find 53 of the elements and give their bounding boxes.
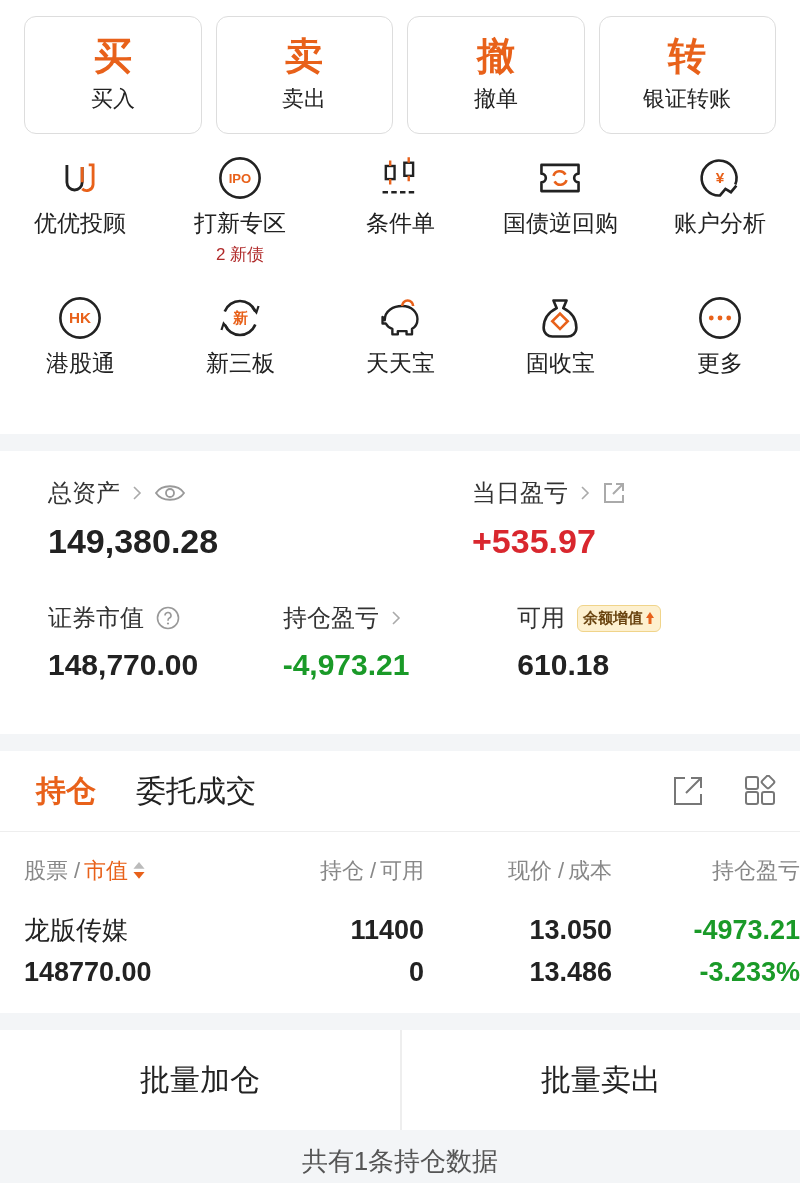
column-header[interactable]: 股票 / 市值 [24,856,254,886]
metric-value: 148,770.00 [48,648,200,683]
chevron-icon[interactable] [132,485,142,501]
feature-shortcut[interactable]: 天天宝 [320,294,480,434]
column-header[interactable]: 持仓盈亏 [612,856,800,886]
hk-icon: HK [56,294,104,342]
eye-icon[interactable] [154,483,186,503]
metric-label: 可用 [517,603,566,634]
trade-action-button[interactable]: 撤 撤单 [407,16,585,134]
table-cell-text: -3.233% [699,956,800,989]
help-icon[interactable] [156,606,180,631]
feature-shortcut[interactable]: ¥ 账户分析 [640,154,800,294]
table-cell-text: 11400 [350,914,424,947]
footer-text: 共有1条持仓数据 [301,1145,499,1178]
stock-name: 龙版传媒 [24,914,128,947]
ipo-icon: IPO [216,154,264,202]
share-icon[interactable] [672,775,704,807]
holding-row[interactable]: 龙版传媒 148770.00 11400 0 13.050 13.486 -4973.21 -3.233% [0,896,800,990]
metric-label: 持仓盈亏 [282,603,379,634]
feature-shortcut[interactable]: IPO 打新专区 2 新债 [160,154,320,294]
feature-shortcut[interactable]: 优优投顾 [0,154,160,294]
table-cell-text: 148770.00 [24,956,152,989]
table-cell-text: -4973.21 [693,914,800,947]
metric-label: 证券市值 [48,603,144,634]
feature-shortcut[interactable]: 条件单 [320,154,480,294]
metric-value: 149,380.28 [48,523,220,561]
metric-label: 总资产 [48,478,120,508]
column-header[interactable]: 持仓 / 可用 [254,856,424,886]
chevron-icon[interactable] [390,610,401,627]
up-arrow-icon [645,611,656,626]
table-cell-text: 13.050 [529,914,612,947]
tab[interactable]: 委托成交 [136,751,256,831]
grid-icon[interactable] [744,775,776,807]
feature-shortcut[interactable]: 国债逆回购 [480,154,640,294]
table-cell-text: 13.486 [529,956,612,989]
chevron-icon[interactable] [580,485,590,501]
trade-action-button[interactable]: 转 银证转账 [598,16,776,134]
metric-value: 610.18 [517,648,611,683]
metric-label: 当日盈亏 [472,478,568,508]
external-link-icon[interactable] [602,481,626,505]
feature-shortcut[interactable]: 更多 [640,294,800,434]
more-icon [696,294,744,342]
feature-shortcut[interactable]: 新 新三板 [160,294,320,434]
sort-icon [132,861,147,881]
column-header[interactable]: 现价 / 成本 [424,856,612,886]
table-cell-text: 0 [408,956,424,989]
trade-action-button[interactable]: 卖 卖出 [215,16,393,134]
feature-shortcut[interactable]: HK 港股通 [0,294,160,434]
trade-action-button[interactable]: 买 买入 [24,16,202,134]
promo-tag[interactable]: 余额增值 [577,604,662,632]
feature-shortcut[interactable]: 固收宝 [480,294,640,434]
metric-value: -4,973.21 [282,648,411,683]
metric-value: +535.97 [472,523,597,561]
